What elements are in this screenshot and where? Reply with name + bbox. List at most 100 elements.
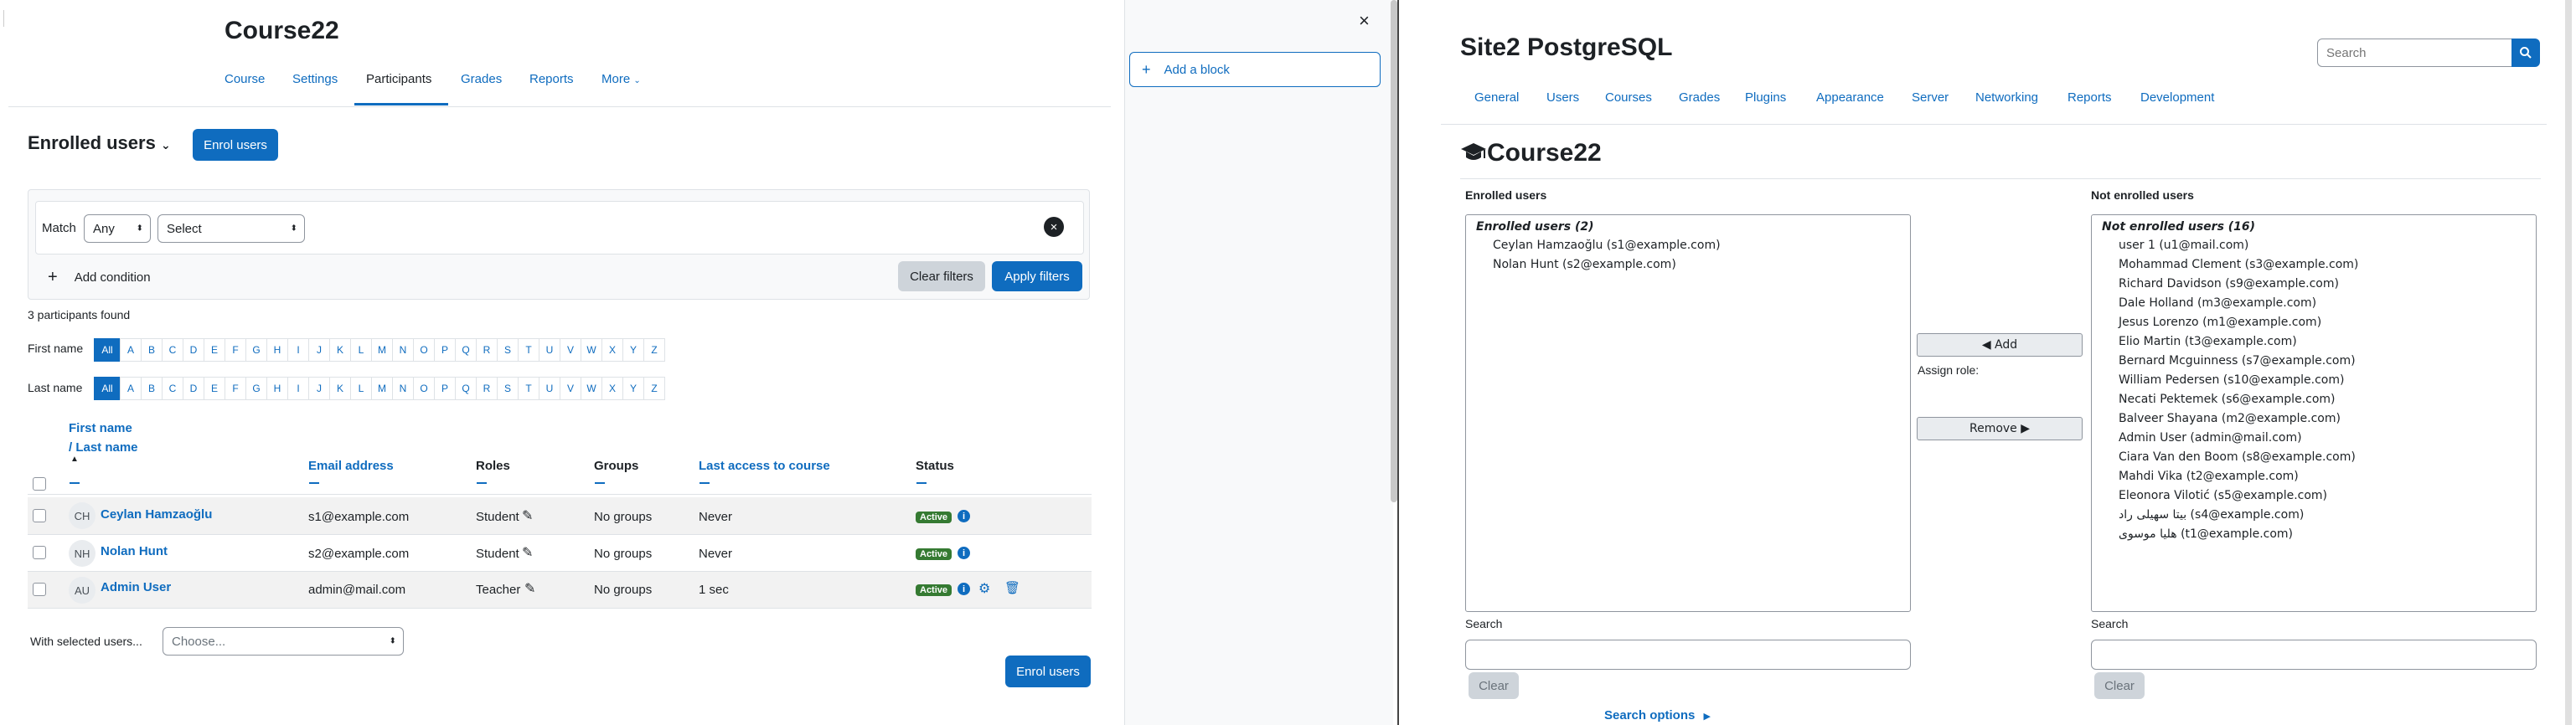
first-name-initial-c[interactable]: C [162,338,183,362]
scrollbar[interactable] [2565,0,2572,725]
site-tab-server[interactable]: Server [1912,90,1949,105]
site-tab-reports[interactable]: Reports [2068,90,2112,105]
enrol-users-button-bottom[interactable]: Enrol users [1005,656,1091,687]
first-name-initial-h[interactable]: H [266,338,288,362]
first-name-initial-w[interactable]: W [581,338,602,362]
user-name-link[interactable]: Nolan Hunt [101,544,168,558]
list-item[interactable]: Mohammad Clement (s3@example.com) [2119,258,2358,271]
last-name-initial-k[interactable]: K [329,377,351,400]
tab-more[interactable]: More ⌄ [601,72,641,86]
list-item[interactable]: Ciara Van den Boom (s8@example.com) [2119,450,2356,464]
tab-course[interactable]: Course [225,72,265,86]
pencil-icon[interactable]: ✎ [522,507,533,524]
first-name-initial-n[interactable]: N [392,338,414,362]
last-name-initial-g[interactable]: G [245,377,267,400]
list-item[interactable]: Ceylan Hamzaoğlu (s1@example.com) [1493,239,1721,252]
first-name-initial-o[interactable]: O [413,338,435,362]
column-header-email[interactable]: Email address [308,459,394,473]
last-name-initial-u[interactable]: U [539,377,560,400]
last-name-initial-p[interactable]: P [434,377,456,400]
first-name-initial-r[interactable]: R [476,338,498,362]
last-name-initial-t[interactable]: T [518,377,539,400]
tab-participants[interactable]: Participants [366,72,431,86]
add-button[interactable]: ◀ Add [1917,333,2083,357]
remove-condition-icon[interactable]: × [1044,217,1064,237]
first-name-initial-m[interactable]: M [371,338,393,362]
last-name-initial-o[interactable]: O [413,377,435,400]
search-input[interactable] [2317,39,2513,67]
last-name-initial-b[interactable]: B [141,377,163,400]
first-name-initial-d[interactable]: D [183,338,204,362]
site-tab-courses[interactable]: Courses [1605,90,1652,105]
last-name-initial-x[interactable]: X [601,377,623,400]
list-item[interactable]: user 1 (u1@mail.com) [2119,239,2248,252]
tab-reports[interactable]: Reports [529,72,574,86]
column-header-first-name[interactable]: First name [69,421,132,435]
row-checkbox[interactable] [33,583,46,596]
last-name-initial-f[interactable]: F [225,377,246,400]
first-name-initial-y[interactable]: Y [622,338,644,362]
collapse-column-icon[interactable] [916,482,927,484]
enrolled-users-list[interactable]: Enrolled users (2) Ceylan Hamzaoğlu (s1@… [1465,214,1911,612]
enrol-users-button-top[interactable]: Enrol users [193,129,278,161]
first-name-initial-s[interactable]: S [497,338,519,362]
first-name-initial-p[interactable]: P [434,338,456,362]
list-item[interactable]: هلیا موسوی (t1@example.com) [2119,527,2293,541]
user-name-link[interactable]: Ceylan Hamzaoğlu [101,507,212,522]
column-header-last-name[interactable]: / Last name [69,440,138,455]
first-name-initial-x[interactable]: X [601,338,623,362]
select-all-checkbox[interactable] [33,477,46,491]
list-item[interactable]: Balveer Shayana (m2@example.com) [2119,412,2341,425]
search-options-link[interactable]: Search options ▶ [1604,708,1711,722]
search-button[interactable] [2511,39,2540,67]
list-item[interactable]: Bernard Mcguinness (s7@example.com) [2119,354,2356,368]
last-name-initial-r[interactable]: R [476,377,498,400]
first-name-initial-a[interactable]: A [120,338,142,362]
collapse-column-icon[interactable] [70,482,80,484]
info-icon[interactable]: i [958,510,970,522]
site-tab-general[interactable]: General [1474,90,1519,105]
pencil-icon[interactable]: ✎ [522,544,533,561]
match-select[interactable]: Any ⬍ [84,214,151,243]
last-name-initial-v[interactable]: V [560,377,581,400]
info-icon[interactable]: i [958,547,970,559]
last-name-initial-y[interactable]: Y [622,377,644,400]
bulk-action-select[interactable]: Choose... ⬍ [163,627,404,656]
row-checkbox[interactable] [33,546,46,559]
site-tab-appearance[interactable]: Appearance [1816,90,1884,105]
info-icon[interactable]: i [958,583,970,595]
last-name-initial-q[interactable]: Q [455,377,477,400]
page-heading[interactable]: Enrolled users ⌄ [28,132,171,154]
not-enrolled-clear-button[interactable]: Clear [2094,672,2145,699]
first-name-initial-t[interactable]: T [518,338,539,362]
user-name-link[interactable]: Admin User [101,580,171,594]
condition-select[interactable]: Select ⬍ [157,214,305,243]
last-name-initial-i[interactable]: I [287,377,309,400]
list-item[interactable]: William Pedersen (s10@example.com) [2119,373,2344,387]
not-enrolled-users-list[interactable]: Not enrolled users (16) user 1 (u1@mail.… [2091,214,2537,612]
last-name-initial-n[interactable]: N [392,377,414,400]
last-name-initial-h[interactable]: H [266,377,288,400]
first-name-initial-b[interactable]: B [141,338,163,362]
first-name-initial-k[interactable]: K [329,338,351,362]
clear-filters-button[interactable]: Clear filters [898,261,985,291]
last-name-initial-a[interactable]: A [120,377,142,400]
tab-grades[interactable]: Grades [461,72,502,86]
last-name-initial-m[interactable]: M [371,377,393,400]
add-condition-link[interactable]: + Add condition [48,268,151,287]
list-item[interactable]: Richard Davidson (s9@example.com) [2119,277,2339,291]
apply-filters-button[interactable]: Apply filters [992,261,1082,291]
list-item[interactable]: Eleonora Vilotić (s5@example.com) [2119,489,2327,502]
pencil-icon[interactable]: ✎ [524,580,535,597]
last-name-initial-l[interactable]: L [350,377,372,400]
list-item[interactable]: Dale Holland (m3@example.com) [2119,296,2316,310]
column-header-last-access[interactable]: Last access to course [699,459,830,473]
first-name-initial-i[interactable]: I [287,338,309,362]
site-tab-development[interactable]: Development [2140,90,2214,105]
first-name-initial-u[interactable]: U [539,338,560,362]
remove-button[interactable]: Remove ▶ [1917,417,2083,440]
last-name-initial-d[interactable]: D [183,377,204,400]
last-name-initial-j[interactable]: J [308,377,330,400]
site-tab-plugins[interactable]: Plugins [1745,90,1786,105]
first-name-initial-all[interactable]: All [94,338,121,362]
